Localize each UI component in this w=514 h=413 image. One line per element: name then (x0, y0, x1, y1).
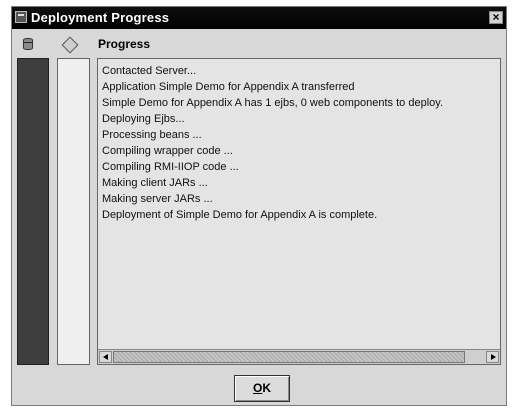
log-line: Deploying Ejbs... (102, 113, 185, 125)
scrollbar-thumb[interactable] (113, 351, 465, 363)
log-line: Application Simple Demo for Appendix A t… (102, 81, 355, 93)
scroll-left-arrow-icon[interactable] (99, 351, 112, 363)
window-title: Deployment Progress (31, 10, 170, 25)
ok-button[interactable]: OK (234, 375, 290, 402)
log-line: Making client JARs ... (102, 177, 208, 189)
ok-label-rest: K (262, 381, 271, 395)
window-menu-icon[interactable] (15, 11, 27, 23)
progress-log[interactable]: Contacted Server... Application Simple D… (97, 58, 501, 365)
database-icon (22, 37, 34, 51)
diamond-icon (61, 36, 79, 54)
log-line: Making server JARs ... (102, 193, 213, 205)
ok-mnemonic: O (252, 381, 263, 395)
module-status-column (57, 58, 90, 365)
progress-column-header: Progress (98, 37, 151, 51)
log-line: Compiling wrapper code ... (102, 145, 233, 157)
title-bar[interactable]: Deployment Progress × (12, 7, 506, 29)
log-line: Deployment of Simple Demo for Appendix A… (102, 209, 378, 221)
deployment-progress-window: Deployment Progress × Progress Contacted… (11, 6, 507, 406)
scroll-right-arrow-icon[interactable] (486, 351, 499, 363)
close-button[interactable]: × (489, 11, 503, 24)
log-line: Simple Demo for Appendix A has 1 ejbs, 0… (102, 97, 443, 109)
horizontal-scrollbar[interactable] (98, 349, 500, 364)
log-line: Compiling RMI-IIOP code ... (102, 161, 239, 173)
log-line: Contacted Server... (102, 65, 197, 77)
server-status-column (17, 58, 49, 365)
log-line: Processing beans ... (102, 129, 202, 141)
